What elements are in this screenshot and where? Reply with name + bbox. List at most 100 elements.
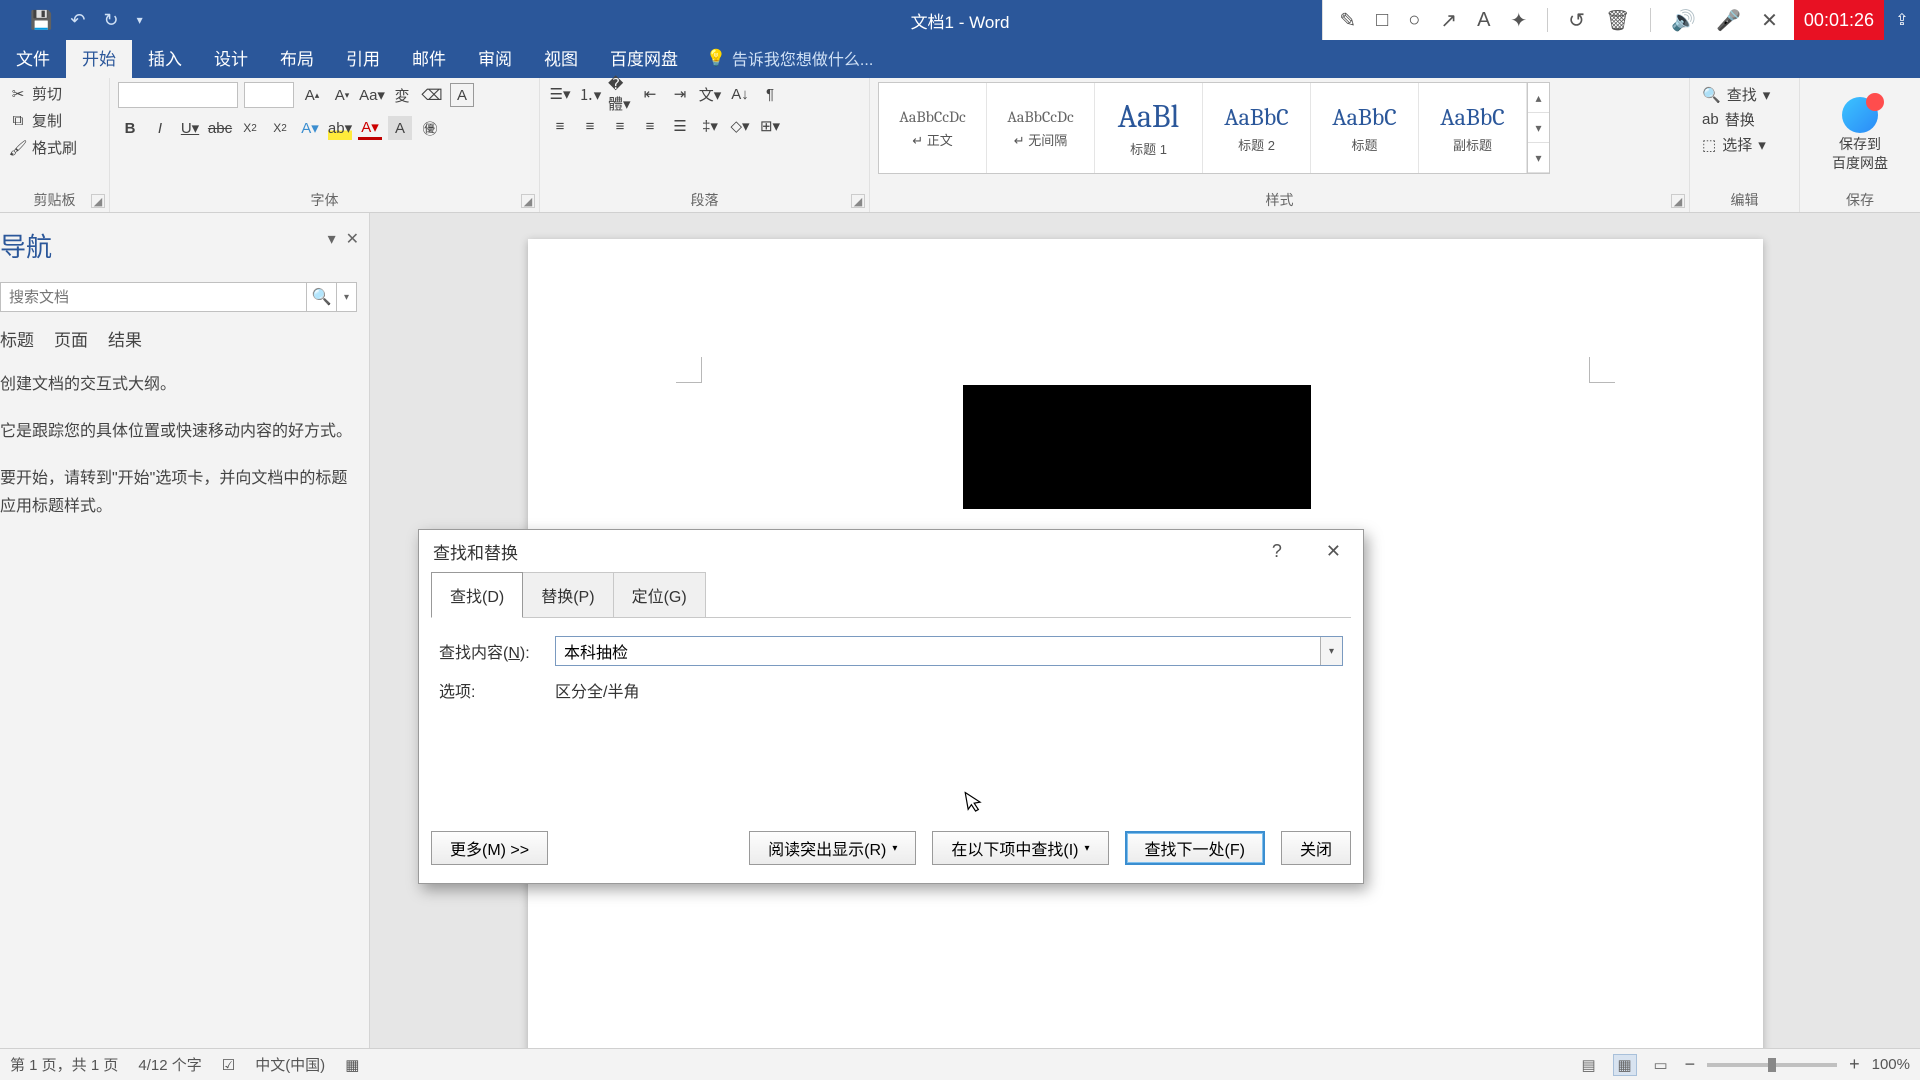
shading-button[interactable]: ◇▾ — [728, 114, 752, 138]
change-case-button[interactable]: Aa▾ — [360, 83, 384, 107]
grow-font-button[interactable]: A▴ — [300, 83, 324, 107]
align-right-button[interactable]: ≡ — [608, 114, 632, 138]
show-marks-button[interactable]: ¶ — [758, 82, 782, 106]
decrease-indent-button[interactable]: ⇤ — [638, 82, 662, 106]
paragraph-launcher[interactable]: ◢ — [851, 194, 865, 208]
arrow-icon[interactable]: ↗ — [1440, 8, 1457, 33]
style-title[interactable]: AaBbC标题 — [1311, 83, 1419, 173]
nav-search-button[interactable]: 🔍 — [307, 282, 337, 312]
reading-highlight-button[interactable]: 阅读突出显示(R)▾ — [749, 831, 916, 865]
baidu-save-button[interactable]: 保存到百度网盘 — [1832, 135, 1888, 171]
nav-tab-pages[interactable]: 页面 — [54, 326, 88, 355]
clipboard-launcher[interactable]: ◢ — [91, 194, 105, 208]
nav-search-input[interactable] — [0, 282, 307, 312]
tab-design[interactable]: 设计 — [198, 37, 264, 78]
tell-me-box[interactable]: 💡 告诉我您想做什么... — [694, 38, 885, 78]
bold-button[interactable]: B — [118, 116, 142, 140]
line-spacing-button[interactable]: ‡▾ — [698, 114, 722, 138]
multilevel-button[interactable]: �體▾ — [608, 82, 632, 106]
find-button[interactable]: 🔍查找 ▾ — [1702, 84, 1770, 105]
tab-file[interactable]: 文件 — [0, 37, 66, 78]
find-in-button[interactable]: 在以下项中查找(I)▾ — [932, 831, 1108, 865]
style-heading2[interactable]: AaBbC标题 2 — [1203, 83, 1311, 173]
phonetic-button[interactable]: 変 — [390, 83, 414, 107]
dialog-tab-find[interactable]: 查找(D) — [431, 572, 523, 618]
save-icon[interactable]: 💾 — [30, 10, 52, 31]
align-center-button[interactable]: ≡ — [578, 114, 602, 138]
square-icon[interactable]: □ — [1376, 9, 1388, 32]
close-dialog-button[interactable]: 关闭 — [1281, 831, 1351, 865]
styles-launcher[interactable]: ◢ — [1671, 194, 1685, 208]
tab-baidu[interactable]: 百度网盘 — [594, 37, 694, 78]
numbering-button[interactable]: ⒈▾ — [578, 82, 602, 106]
status-words[interactable]: 4/12 个字 — [138, 1054, 201, 1075]
font-launcher[interactable]: ◢ — [521, 194, 535, 208]
dialog-tab-replace[interactable]: 替换(P) — [522, 572, 613, 618]
dialog-help-button[interactable]: ? — [1264, 537, 1290, 566]
view-web-button[interactable]: ▭ — [1649, 1054, 1673, 1076]
status-macro-icon[interactable]: ▦ — [345, 1056, 359, 1074]
font-name-combo[interactable] — [118, 82, 238, 108]
italic-button[interactable]: I — [148, 116, 172, 140]
undo-icon[interactable]: ↶ — [70, 10, 85, 31]
find-what-input[interactable] — [556, 637, 1320, 665]
align-left-button[interactable]: ≡ — [548, 114, 572, 138]
pencil-icon[interactable]: ✎ — [1339, 8, 1356, 33]
style-no-spacing[interactable]: AaBbCcDc↵ 无间隔 — [987, 83, 1095, 173]
char-border-button[interactable]: A — [450, 83, 474, 107]
find-next-button[interactable]: 查找下一处(F) — [1125, 831, 1265, 865]
increase-indent-button[interactable]: ⇥ — [668, 82, 692, 106]
zoom-in-button[interactable]: + — [1849, 1054, 1860, 1075]
tab-view[interactable]: 视图 — [528, 37, 594, 78]
nav-tab-headings[interactable]: 标题 — [0, 326, 34, 355]
more-button[interactable]: 更多(M) >> — [431, 831, 548, 865]
text-effects-button[interactable]: A▾ — [298, 116, 322, 140]
copy-button[interactable]: ⧉复制 — [8, 109, 79, 132]
sparkle-icon[interactable]: ✦ — [1510, 8, 1527, 33]
highlight-button[interactable]: ab▾ — [328, 116, 352, 140]
speaker-icon[interactable]: 🔊 — [1671, 8, 1696, 33]
borders-button[interactable]: ⊞▾ — [758, 114, 782, 138]
tab-review[interactable]: 审阅 — [462, 37, 528, 78]
status-pages[interactable]: 第 1 页，共 1 页 — [10, 1054, 118, 1075]
style-heading1[interactable]: AaBl标题 1 — [1095, 83, 1203, 173]
view-read-button[interactable]: ▤ — [1577, 1054, 1601, 1076]
undo-rec-icon[interactable]: ↺ — [1568, 8, 1585, 33]
styles-gallery-more[interactable]: ▴▾▾ — [1527, 83, 1549, 173]
dialog-close-button[interactable]: ✕ — [1318, 537, 1349, 566]
underline-button[interactable]: U▾ — [178, 116, 202, 140]
distribute-button[interactable]: ☰ — [668, 114, 692, 138]
replace-button[interactable]: ab替换 — [1702, 109, 1770, 130]
view-print-button[interactable]: ▦ — [1613, 1054, 1637, 1076]
char-shading-button[interactable]: A — [388, 116, 412, 140]
style-subtitle[interactable]: AaBbC副标题 — [1419, 83, 1527, 173]
redo-icon[interactable]: ↻ — [104, 10, 119, 31]
dialog-tab-goto[interactable]: 定位(G) — [613, 572, 706, 618]
qat-more-icon[interactable]: ▾ — [137, 13, 143, 27]
format-painter-button[interactable]: 🖌格式刷 — [8, 136, 79, 159]
text-icon[interactable]: A — [1477, 9, 1490, 32]
close-rec-icon[interactable]: ✕ — [1761, 8, 1778, 33]
clear-format-button[interactable]: ⌫ — [420, 83, 444, 107]
tab-home[interactable]: 开始 — [66, 37, 132, 78]
tab-references[interactable]: 引用 — [330, 37, 396, 78]
cut-button[interactable]: ✂剪切 — [8, 82, 79, 105]
status-language[interactable]: 中文(中国) — [255, 1054, 325, 1075]
font-size-combo[interactable] — [244, 82, 294, 108]
nav-search-dropdown[interactable]: ▾ — [337, 282, 357, 312]
bullets-button[interactable]: ☰▾ — [548, 82, 572, 106]
tab-mailings[interactable]: 邮件 — [396, 37, 462, 78]
share-icon[interactable]: ⇪ — [1884, 0, 1920, 40]
baidu-cloud-icon[interactable] — [1842, 97, 1878, 133]
status-proofing-icon[interactable]: ☑ — [222, 1056, 235, 1074]
strike-button[interactable]: abc — [208, 116, 232, 140]
trash-icon[interactable]: 🗑 — [1605, 8, 1630, 33]
zoom-level[interactable]: 100% — [1872, 1056, 1910, 1073]
nav-tab-results[interactable]: 结果 — [108, 326, 142, 355]
justify-button[interactable]: ≡ — [638, 114, 662, 138]
font-color-button[interactable]: A▾ — [358, 116, 382, 140]
tab-insert[interactable]: 插入 — [132, 37, 198, 78]
navpane-dropdown-icon[interactable]: ▾ — [328, 229, 336, 249]
mic-icon[interactable]: 🎤 — [1716, 8, 1741, 33]
superscript-button[interactable]: X2 — [268, 116, 292, 140]
